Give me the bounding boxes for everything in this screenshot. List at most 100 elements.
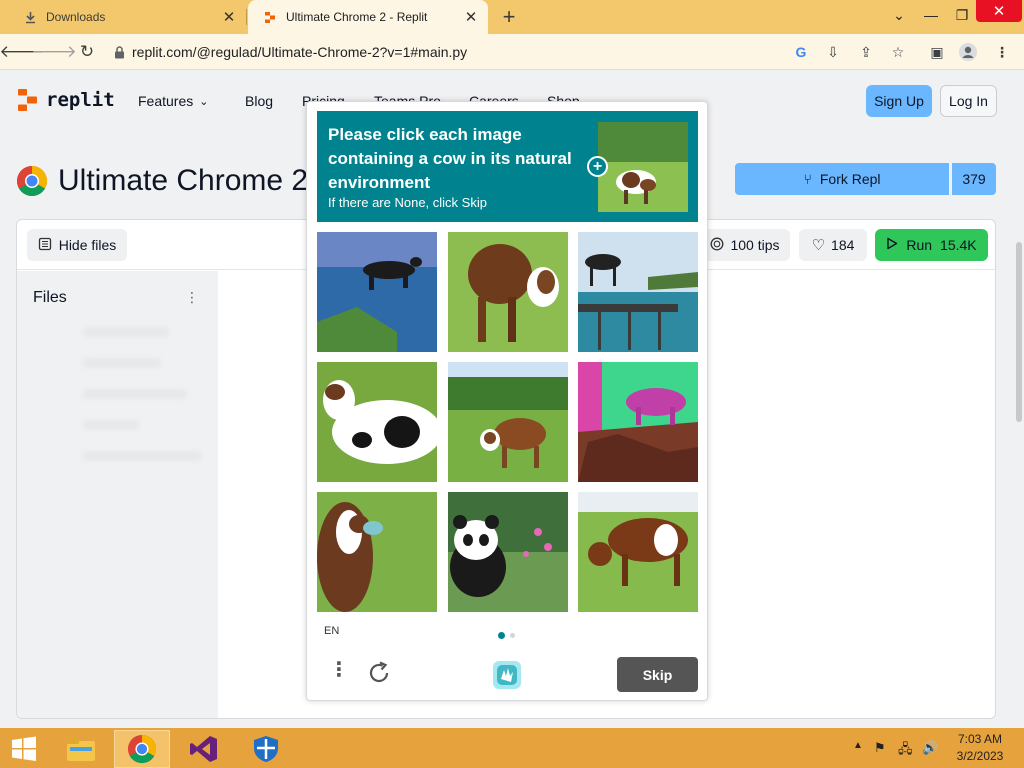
- tab-separator: [246, 9, 247, 25]
- tab-downloads[interactable]: Downloads ✕: [8, 0, 246, 34]
- sign-up-button[interactable]: Sign Up: [866, 85, 932, 117]
- close-icon[interactable]: ✕: [460, 6, 482, 28]
- restore-icon[interactable]: ❐: [945, 0, 979, 30]
- file-skeleton: [83, 451, 201, 461]
- tab-title: Ultimate Chrome 2 - Replit: [286, 10, 428, 24]
- fork-repl-button[interactable]: ⑂ Fork Repl: [735, 163, 949, 195]
- logo-text: replit: [46, 89, 115, 111]
- new-tab-button[interactable]: +: [497, 4, 521, 29]
- heart-icon: ♡: [811, 237, 826, 254]
- file-skeleton: [83, 358, 161, 368]
- page-scrollbar[interactable]: [1014, 70, 1024, 728]
- cow-water-image: [317, 232, 437, 352]
- hide-files-label: Hide files: [58, 237, 117, 253]
- chevron-down-icon: ⌄: [199, 95, 209, 108]
- replit-logo[interactable]: replit: [18, 89, 115, 111]
- like-count: 184: [831, 237, 855, 253]
- like-button[interactable]: ♡ 184: [799, 229, 867, 261]
- forward-arrow-icon[interactable]: 🡒: [31, 39, 77, 65]
- pink-cow-image: [578, 362, 698, 482]
- file-skeleton: [83, 389, 187, 399]
- challenge-tile-cow-portrait[interactable]: [317, 492, 437, 612]
- scrollbar-thumb[interactable]: [1016, 242, 1022, 422]
- minimize-icon[interactable]: —: [914, 0, 948, 30]
- visual-studio-icon[interactable]: [176, 730, 232, 768]
- windows-start-icon[interactable]: [0, 730, 48, 768]
- hide-files-button[interactable]: Hide files: [27, 229, 127, 261]
- download-icon: [22, 9, 38, 25]
- hcaptcha-logo-icon[interactable]: [490, 658, 524, 692]
- action-center-flag-icon[interactable]: ⚑: [874, 740, 886, 756]
- files-pane: Files ⋮: [17, 271, 218, 718]
- challenge-tile-panda-in-flowers[interactable]: [448, 492, 568, 612]
- fork-count: 379: [952, 163, 996, 195]
- taskbar-clock[interactable]: 7:03 AM 3/2/2023: [950, 731, 1010, 765]
- window-close-icon[interactable]: ✕: [976, 0, 1022, 22]
- nav-blog[interactable]: Blog: [245, 93, 273, 109]
- share-icon[interactable]: ⇪: [856, 43, 876, 61]
- fork-label: Fork Repl: [819, 171, 881, 187]
- files-panel-icon: [38, 237, 52, 254]
- challenge-tile-cow-over-water[interactable]: [317, 232, 437, 352]
- challenge-tile-pink-cow[interactable]: [578, 362, 698, 482]
- repl-title: Ultimate Chrome 2: [16, 164, 308, 198]
- files-menu-icon[interactable]: ⋮: [185, 289, 199, 306]
- file-explorer-icon[interactable]: [53, 730, 109, 768]
- tips-button[interactable]: 100 tips: [700, 229, 790, 261]
- challenge-subtext: If there are None, click Skip: [328, 195, 487, 210]
- log-in-button[interactable]: Log In: [940, 85, 997, 117]
- captcha-menu-icon[interactable]: ⋮: [329, 660, 349, 680]
- clock-date: 3/2/2023: [956, 749, 1004, 763]
- google-lens-icon[interactable]: G: [791, 43, 811, 61]
- challenge-tile-cow-on-pier[interactable]: [578, 232, 698, 352]
- cow-grazing-image: [578, 492, 698, 612]
- tab-search-icon[interactable]: ⌄: [882, 0, 916, 30]
- chrome-logo-icon: [16, 166, 48, 197]
- nav-features-label: Features: [138, 93, 194, 109]
- volume-icon[interactable]: 🔊: [922, 740, 938, 756]
- page-indicator: [498, 632, 515, 639]
- challenge-tile-cow-in-grass[interactable]: [448, 232, 568, 352]
- tab-strip: Downloads ✕ Ultimate Chrome 2 - Replit ✕…: [0, 0, 1024, 34]
- install-icon[interactable]: ⇩: [823, 43, 843, 61]
- defender-shield-icon[interactable]: [238, 730, 294, 768]
- play-icon: [886, 237, 898, 253]
- skip-button[interactable]: Skip: [617, 657, 698, 692]
- challenge-tile-cow-closeup[interactable]: [317, 362, 437, 482]
- fork-icon: ⑂: [803, 171, 812, 187]
- replit-logo-icon: [18, 89, 37, 111]
- refresh-icon[interactable]: [366, 660, 392, 686]
- cow-closeup-image: [317, 362, 437, 482]
- challenge-tile-cow-grazing[interactable]: [578, 492, 698, 612]
- network-icon[interactable]: 🖧: [898, 740, 913, 762]
- tab-replit[interactable]: Ultimate Chrome 2 - Replit ✕: [248, 0, 488, 34]
- language-selector[interactable]: EN: [324, 625, 339, 637]
- tips-coin-icon: [710, 237, 724, 254]
- side-panel-icon[interactable]: ▣: [927, 43, 947, 61]
- add-example-icon[interactable]: +: [587, 156, 608, 177]
- repl-title-text: Ultimate Chrome 2: [58, 164, 309, 197]
- tray-overflow-icon[interactable]: ▲: [853, 740, 863, 751]
- challenge-prompt: Please click each image containing a cow…: [328, 125, 572, 192]
- challenge-example-image[interactable]: [598, 122, 688, 212]
- chrome-taskbar-icon[interactable]: [114, 730, 170, 768]
- profile-avatar-icon[interactable]: [958, 43, 978, 61]
- browser-toolbar: 🡐 🡒 ↻ replit.com/@regulad/Ultimate-Chrom…: [0, 34, 1024, 70]
- reload-icon[interactable]: ↻: [74, 39, 100, 65]
- run-button[interactable]: Run 15.4K: [875, 229, 988, 261]
- file-skeleton: [83, 327, 169, 337]
- challenge-header: Please click each image containing a cow…: [317, 111, 698, 222]
- challenge-tile-cow-in-meadow[interactable]: [448, 362, 568, 482]
- cow-portrait-image: [317, 492, 437, 612]
- close-icon[interactable]: ✕: [218, 6, 240, 28]
- file-skeleton: [83, 420, 139, 430]
- clock-time: 7:03 AM: [957, 732, 1003, 746]
- replit-icon: [262, 9, 278, 25]
- cow-meadow-image: [448, 362, 568, 482]
- panda-image: [448, 492, 568, 612]
- nav-features[interactable]: Features ⌄: [138, 93, 208, 109]
- lock-icon: [106, 45, 132, 59]
- bookmark-star-icon[interactable]: ☆: [888, 43, 908, 61]
- chrome-menu-icon[interactable]: ⋮: [992, 43, 1012, 61]
- run-label: Run: [906, 237, 933, 253]
